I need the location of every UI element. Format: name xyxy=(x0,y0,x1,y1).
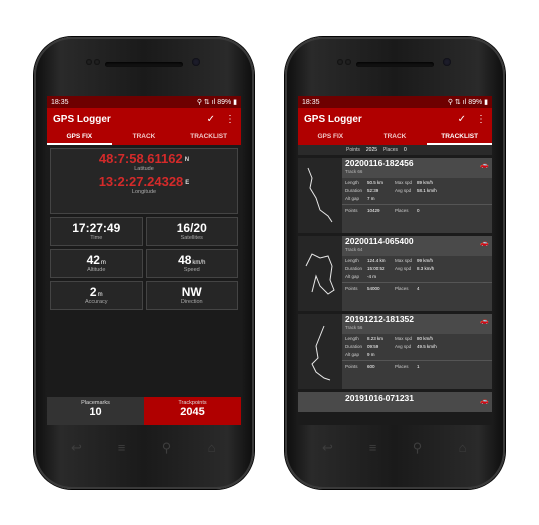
time-cell: 17:27:49 Time xyxy=(50,217,143,246)
track-path-graphic xyxy=(305,253,335,295)
speaker xyxy=(356,62,434,67)
tab-gps-fix[interactable]: GPS FIX xyxy=(47,130,112,145)
latitude-value: 48:7:58.61162 N xyxy=(98,151,190,166)
track-header: 20200116-182456 Track 66 🚗 xyxy=(342,158,492,178)
app-bar: GPS Logger ✓ ⋮ xyxy=(47,108,241,130)
tab-tracklist[interactable]: TRACKLIST xyxy=(176,130,241,145)
screen-gps-fix: 18:35 ⚲ ⇅ ıl 89% ▮ GPS Logger ✓ ⋮ GPS FI… xyxy=(47,96,241,425)
tab-gps-fix[interactable]: GPS FIX xyxy=(298,130,363,145)
check-icon[interactable]: ✓ xyxy=(207,114,215,125)
car-icon: 🚗 xyxy=(480,162,489,169)
track-item[interactable]: 20200116-182456 Track 66 🚗 Length 50.5 km… xyxy=(298,158,492,233)
status-icons: ⚲ ⇅ ıl 89% ▮ xyxy=(196,99,237,106)
overflow-menu-icon[interactable]: ⋮ xyxy=(225,114,235,125)
track-subtitle: Track 56 xyxy=(345,325,363,330)
phone-left: 18:35 ⚲ ⇅ ıl 89% ▮ GPS Logger ✓ ⋮ GPS FI… xyxy=(34,37,254,489)
app-bar: GPS Logger ✓ ⋮ xyxy=(298,108,492,130)
app-title: GPS Logger xyxy=(304,113,362,125)
altitude-cell: 42m Altitude xyxy=(50,249,143,278)
tab-bar: GPS FIX TRACK TRACKLIST xyxy=(298,130,492,145)
tab-tracklist[interactable]: TRACKLIST xyxy=(427,130,492,145)
status-time: 18:35 xyxy=(51,98,69,106)
phone-right: 18:35 ⚲ ⇅ ıl 89% ▮ GPS Logger ✓ ⋮ GPS FI… xyxy=(285,37,505,489)
back-icon[interactable]: ↩ xyxy=(318,441,338,455)
speaker xyxy=(105,62,183,67)
sensor xyxy=(94,59,100,65)
track-name: 20200114-065400 xyxy=(345,236,414,246)
track-item-partial[interactable]: Points 2025 Places 0 xyxy=(298,145,492,155)
menu-icon[interactable]: ≡ xyxy=(112,441,132,455)
search-icon[interactable]: ⚲ xyxy=(408,441,428,455)
hardware-nav-bar: ↩ ≡ ⚲ ⌂ xyxy=(54,433,234,463)
car-icon: 🚗 xyxy=(480,318,489,325)
track-details: Length 124.4 km Max spd 99 km/h Duration 15:… xyxy=(345,258,435,279)
track-details: Length 50.5 km Max spd 89 km/h Duration 52:3… xyxy=(345,180,437,201)
trackpoints-button[interactable]: Trackpoints 2045 xyxy=(144,397,241,425)
app-title: GPS Logger xyxy=(53,113,111,125)
sensor xyxy=(337,59,343,65)
track-name: 20200116-182456 xyxy=(345,158,414,168)
track-details: Length 8.23 km Max spd 80 km/h Duration 09:5… xyxy=(345,336,437,357)
sensor xyxy=(86,59,92,65)
tab-track[interactable]: TRACK xyxy=(112,130,177,145)
track-thumbnail xyxy=(298,158,342,233)
menu-icon[interactable]: ≡ xyxy=(363,441,383,455)
status-icons: ⚲ ⇅ ıl 89% ▮ xyxy=(447,99,488,106)
coordinates-panel: 48:7:58.61162 N Latitude 13:2:27.24328 E L… xyxy=(50,148,238,214)
screen-tracklist: 18:35 ⚲ ⇅ ıl 89% ▮ GPS Logger ✓ ⋮ GPS FI… xyxy=(298,96,492,425)
camera xyxy=(443,58,451,66)
longitude-value: 13:2:27.24328 E xyxy=(98,174,190,189)
track-path-graphic xyxy=(307,167,333,223)
track-subtitle: Track 66 xyxy=(345,169,363,174)
home-icon[interactable]: ⌂ xyxy=(202,441,222,455)
speed-cell: 48km/h Speed xyxy=(145,249,238,278)
status-bar: 18:35 ⚲ ⇅ ıl 89% ▮ xyxy=(47,96,241,108)
fix-stats-grid: 17:27:49 Time 16/20 Satellites 42m Altitude… xyxy=(50,217,238,310)
camera xyxy=(192,58,200,66)
counters-bar: Placemarks 10 Trackpoints 2045 xyxy=(47,397,241,425)
back-icon[interactable]: ↩ xyxy=(67,441,87,455)
track-thumbnail xyxy=(298,236,342,311)
track-header: 20200114-065400 Track 64 🚗 xyxy=(342,236,492,256)
home-icon[interactable]: ⌂ xyxy=(453,441,473,455)
track-item[interactable]: 20191212-181352 Track 56 🚗 Length 8.23 km… xyxy=(298,314,492,389)
track-thumbnail xyxy=(298,314,342,389)
track-item-peek[interactable]: 20191016-071231 🚗 xyxy=(298,392,492,412)
tab-bar: GPS FIX TRACK TRACKLIST xyxy=(47,130,241,145)
track-name: 20191212-181352 xyxy=(345,314,415,324)
sensor xyxy=(345,59,351,65)
track-counts: Points 10429 Places 0 xyxy=(342,204,492,213)
check-icon[interactable]: ✓ xyxy=(458,114,466,125)
track-counts: Points 54000 Places 4 xyxy=(342,282,492,291)
search-icon[interactable]: ⚲ xyxy=(157,441,177,455)
satellites-cell: 16/20 Satellites xyxy=(145,217,238,246)
track-name: 20191016-071231 xyxy=(345,393,415,403)
placemarks-button[interactable]: Placemarks 10 xyxy=(47,397,144,425)
car-icon: 🚗 xyxy=(480,240,489,247)
status-time: 18:35 xyxy=(302,98,320,106)
status-bar: 18:35 ⚲ ⇅ ıl 89% ▮ xyxy=(298,96,492,108)
hardware-nav-bar: ↩ ≡ ⚲ ⌂ xyxy=(305,433,485,463)
car-icon: 🚗 xyxy=(480,398,489,405)
track-subtitle: Track 64 xyxy=(345,247,363,252)
overflow-menu-icon[interactable]: ⋮ xyxy=(476,114,486,125)
accuracy-cell: 2m Accuracy xyxy=(50,281,143,310)
track-path-graphic xyxy=(311,325,331,381)
direction-cell: NW Direction xyxy=(145,281,238,310)
track-item[interactable]: 20200114-065400 Track 64 🚗 Length 124.4 k… xyxy=(298,236,492,311)
tab-track[interactable]: TRACK xyxy=(363,130,428,145)
track-counts: Points 600 Places 1 xyxy=(342,360,492,369)
longitude-label: Longitude xyxy=(131,189,157,195)
track-header: 20191212-181352 Track 56 🚗 xyxy=(342,314,492,334)
latitude-label: Latitude xyxy=(134,166,154,172)
